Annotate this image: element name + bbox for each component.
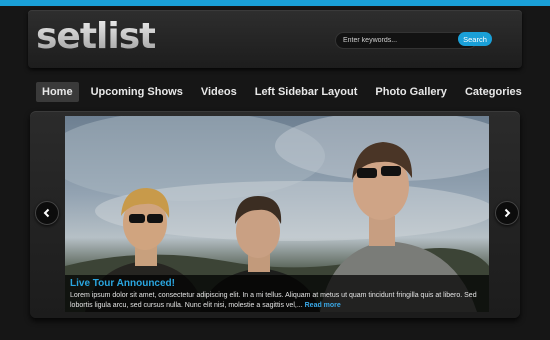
slide-caption: Live Tour Announced! Lorem ipsum dolor s… [65,275,489,312]
main-nav: Home Upcoming Shows Videos Left Sidebar … [36,81,534,103]
slide-title[interactable]: Live Tour Announced! [70,278,175,289]
nav-item-upcoming-shows[interactable]: Upcoming Shows [85,82,189,102]
slide-excerpt: Lorem ipsum dolor sit amet, consectetur … [70,291,482,311]
top-accent-bar [0,0,550,6]
site-logo[interactable]: setlist [36,16,156,57]
nav-item-photo-gallery[interactable]: Photo Gallery [369,82,453,102]
slide-image[interactable]: Live Tour Announced! Lorem ipsum dolor s… [65,116,489,312]
chevron-right-icon [504,208,511,218]
chevron-left-icon [43,208,50,218]
slide-excerpt-text: Lorem ipsum dolor sit amet, consectetur … [70,292,477,309]
slider-next-button[interactable] [495,201,519,225]
search-input[interactable] [335,32,477,49]
site-header: setlist [28,10,522,68]
nav-item-videos[interactable]: Videos [195,82,243,102]
nav-item-left-sidebar-layout[interactable]: Left Sidebar Layout [249,82,364,102]
read-more-link[interactable]: Read more [305,302,341,309]
search-button[interactable]: Search [458,32,492,46]
slider-prev-button[interactable] [35,201,59,225]
nav-item-home[interactable]: Home [36,82,79,102]
nav-item-categories[interactable]: Categories [459,82,528,102]
